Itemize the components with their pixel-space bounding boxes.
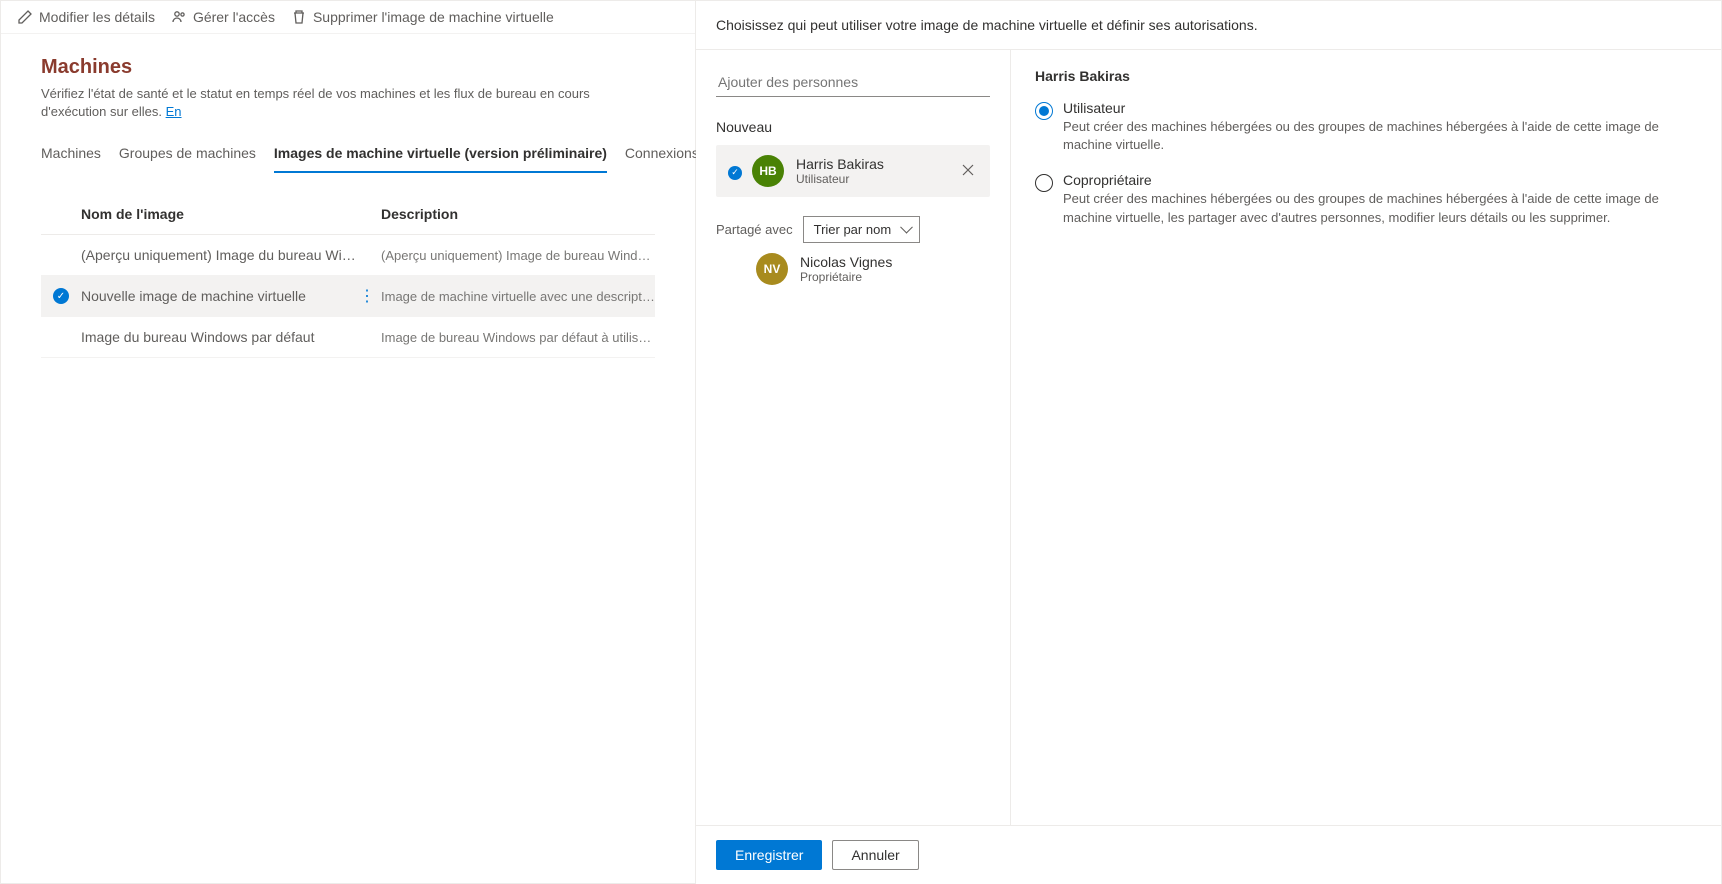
- learn-more-link[interactable]: En: [166, 104, 182, 119]
- check-icon: [53, 288, 69, 304]
- row-name: (Aperçu uniquement) Image du bureau Win…: [81, 247, 381, 263]
- page-subtitle: Vérifiez l'état de santé et le statut en…: [41, 85, 655, 121]
- save-button[interactable]: Enregistrer: [716, 840, 822, 870]
- share-panel-intro: Choisissez qui peut utiliser votre image…: [696, 1, 1721, 50]
- person-role: Propriétaire: [800, 270, 986, 284]
- person-name: Nicolas Vignes: [800, 254, 986, 270]
- radio-button[interactable]: [1035, 102, 1053, 120]
- table-row[interactable]: Nouvelle image de machine virtuelle ⋮ Im…: [41, 276, 655, 317]
- subtitle-text: Vérifiez l'état de santé et le statut en…: [41, 86, 590, 119]
- share-panel-footer: Enregistrer Annuler: [696, 825, 1721, 884]
- row-desc: (Aperçu uniquement) Image de bureau Wind…: [381, 248, 655, 263]
- avatar: HB: [752, 155, 784, 187]
- cancel-button[interactable]: Annuler: [832, 840, 918, 870]
- role-desc: Peut créer des machines hébergées ou des…: [1063, 118, 1697, 154]
- row-name: Nouvelle image de machine virtuelle ⋮: [81, 288, 381, 304]
- new-person-card[interactable]: HB Harris Bakiras Utilisateur: [716, 145, 990, 197]
- table-header: Nom de l'image Description: [41, 194, 655, 235]
- row-name-text: Nouvelle image de machine virtuelle: [81, 288, 306, 304]
- selected-person-title: Harris Bakiras: [1035, 68, 1697, 84]
- col-select: [41, 206, 81, 222]
- person-role: Utilisateur: [796, 172, 958, 186]
- sort-select[interactable]: Trier par nom: [803, 216, 921, 243]
- main-panel: Modifier les détails Gérer l'accès Suppr…: [0, 0, 696, 884]
- row-name: Image du bureau Windows par défaut: [81, 329, 381, 345]
- share-right-column: Harris Bakiras Utilisateur Peut créer de…: [1011, 50, 1721, 825]
- manage-access-action[interactable]: Gérer l'accès: [171, 9, 275, 25]
- people-icon: [171, 9, 187, 25]
- person-name: Harris Bakiras: [796, 156, 958, 172]
- role-desc: Peut créer des machines hébergées ou des…: [1063, 190, 1697, 226]
- role-label: Utilisateur: [1063, 100, 1697, 116]
- row-more-icon[interactable]: ⋮: [359, 288, 375, 304]
- avatar: NV: [756, 253, 788, 285]
- page-title: Machines: [41, 56, 655, 79]
- person-info: Harris Bakiras Utilisateur: [796, 156, 958, 186]
- add-people-input[interactable]: [716, 68, 990, 97]
- check-icon: [728, 166, 742, 180]
- tab-machines[interactable]: Machines: [41, 145, 101, 173]
- header-section: Machines Vérifiez l'état de santé et le …: [1, 34, 695, 131]
- shared-person-row[interactable]: NV Nicolas Vignes Propriétaire: [716, 237, 990, 285]
- edit-details-label: Modifier les détails: [39, 9, 155, 25]
- person-info: Nicolas Vignes Propriétaire: [800, 254, 986, 284]
- radio-dot: [1039, 106, 1049, 116]
- share-left-column: Nouveau HB Harris Bakiras Utilisateur Pa…: [696, 50, 1011, 825]
- sort-select-wrap[interactable]: Trier par nom: [803, 221, 921, 237]
- role-text: Copropriétaire Peut créer des machines h…: [1063, 172, 1697, 226]
- pencil-icon: [17, 9, 33, 25]
- col-name-header[interactable]: Nom de l'image: [81, 206, 381, 222]
- row-desc: Image de machine virtuelle avec une desc…: [381, 289, 655, 304]
- shared-with-label: Partagé avec: [716, 222, 793, 237]
- role-text: Utilisateur Peut créer des machines hébe…: [1063, 100, 1697, 154]
- delete-image-action[interactable]: Supprimer l'image de machine virtuelle: [291, 9, 554, 25]
- new-section-label: Nouveau: [716, 119, 990, 135]
- tab-images[interactable]: Images de machine virtuelle (version pré…: [274, 145, 607, 173]
- tabs: Machines Groupes de machines Images de m…: [1, 131, 695, 174]
- edit-details-action[interactable]: Modifier les détails: [17, 9, 155, 25]
- shared-with-row: Partagé avec Trier par nom: [716, 221, 990, 237]
- action-bar: Modifier les détails Gérer l'accès Suppr…: [1, 1, 695, 34]
- share-panel-body: Nouveau HB Harris Bakiras Utilisateur Pa…: [696, 50, 1721, 825]
- remove-person-icon[interactable]: [958, 159, 978, 183]
- tab-groupes[interactable]: Groupes de machines: [119, 145, 256, 173]
- role-option-user[interactable]: Utilisateur Peut créer des machines hébe…: [1035, 100, 1697, 154]
- person-selected: [728, 162, 752, 180]
- role-label: Copropriétaire: [1063, 172, 1697, 188]
- radio-button[interactable]: [1035, 174, 1053, 192]
- delete-image-label: Supprimer l'image de machine virtuelle: [313, 9, 554, 25]
- table-row[interactable]: Image du bureau Windows par défaut Image…: [41, 317, 655, 358]
- close-icon: [962, 164, 974, 176]
- role-option-coowner[interactable]: Copropriétaire Peut créer des machines h…: [1035, 172, 1697, 226]
- row-desc: Image de bureau Windows par défaut à uti…: [381, 330, 655, 345]
- manage-access-label: Gérer l'accès: [193, 9, 275, 25]
- row-select[interactable]: [41, 288, 81, 304]
- table-section: Nom de l'image Description (Aperçu uniqu…: [1, 174, 695, 358]
- share-panel: Choisissez qui peut utiliser votre image…: [696, 0, 1722, 884]
- col-desc-header[interactable]: Description: [381, 206, 655, 222]
- table-row[interactable]: (Aperçu uniquement) Image du bureau Win……: [41, 235, 655, 276]
- trash-icon: [291, 9, 307, 25]
